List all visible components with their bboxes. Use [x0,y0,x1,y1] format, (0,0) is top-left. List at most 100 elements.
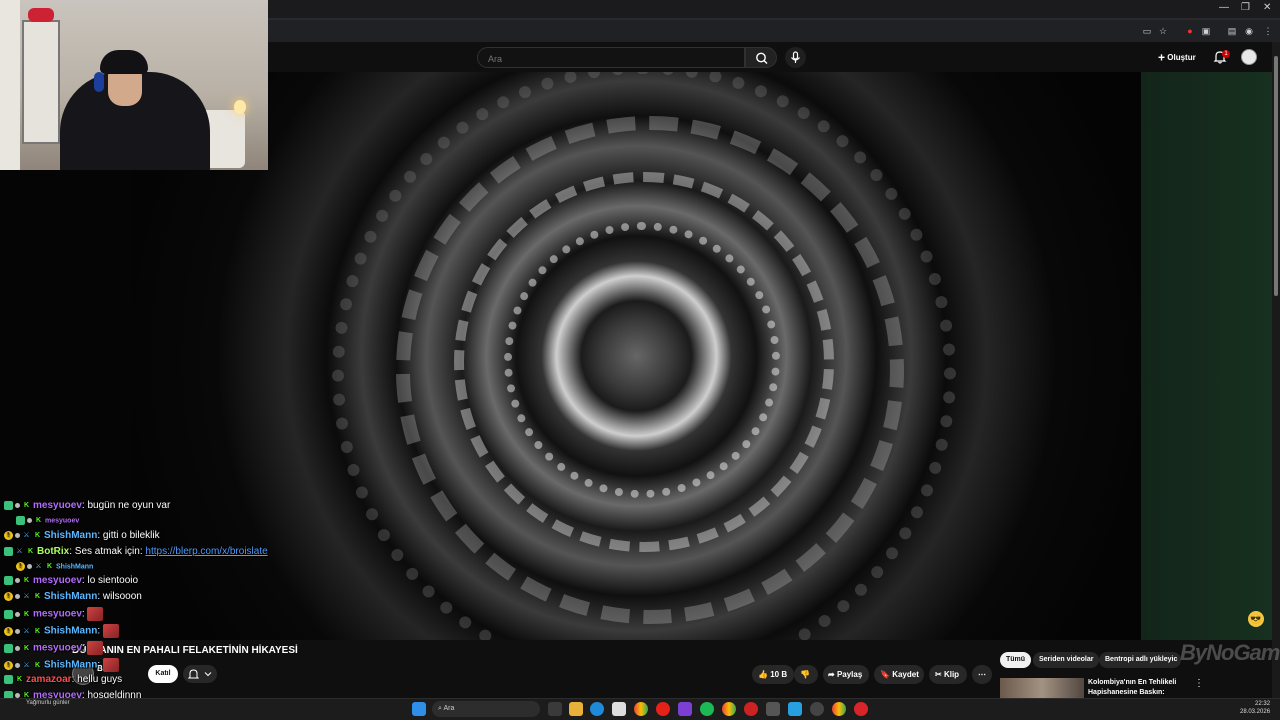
chat-message: Kmesyuoev: [4,607,104,621]
grid-badge-icon [4,674,13,684]
sword-badge-icon: ⚔ [35,563,42,570]
microphone-icon [791,51,800,63]
star-badge-icon [15,577,20,583]
star-badge-icon [15,662,20,668]
app-icon[interactable] [766,702,780,716]
recommendation-thumbnail[interactable] [1000,678,1084,698]
adblock-icon[interactable]: ● [1184,25,1196,37]
recommendation-menu-icon[interactable]: ⋮ [1194,678,1204,689]
file-explorer-icon[interactable] [569,702,583,716]
taskbar-clock[interactable]: 22:32 28.03.2026 [1240,700,1270,716]
bookmark-icon: 🔖 [880,670,890,679]
app-icon[interactable] [788,702,802,716]
chat-link[interactable]: https://blerp.com/x/broislate [145,546,267,557]
stream-watermark: ByNoGame [1180,640,1280,665]
grid-badge-icon [4,643,13,653]
chat-username[interactable]: mesyuoev [33,643,82,654]
chrome-icon[interactable] [634,702,648,716]
create-label: Oluştur [1167,53,1196,62]
star-badge-icon [15,611,20,617]
task-view-icon[interactable] [548,702,562,716]
more-icon: ⋯ [978,670,986,679]
stream-chat-overlay: Kmesyuoev: bugün ne oyun var Kmesyuoev! ⚔ K… [4,500,304,720]
puzzle-icon[interactable]: ▣ [1200,25,1212,37]
chat-emote [102,624,119,638]
chip-uploader[interactable]: Bentropi adlı yükleyic [1099,652,1181,668]
taskbar-weather[interactable]: Yağmurlu günler [26,700,70,706]
chrome-alt-icon[interactable] [832,702,846,716]
voice-search-button[interactable] [785,47,806,68]
star-badge-icon [15,645,20,651]
chat-emote [102,658,119,672]
webcam-overlay [0,0,268,170]
chat-username[interactable]: ShishMann [56,563,93,570]
scissors-icon: ✂ [935,670,942,679]
gift-badge-icon: ! [4,626,13,636]
chat-message-text: hellu guys [77,674,123,685]
app-icon[interactable] [854,702,868,716]
gift-badge-icon: ! [4,660,13,670]
edge-icon[interactable] [590,702,604,716]
opera-icon[interactable] [744,702,758,716]
menu-icon[interactable]: ⋮ [1262,25,1274,37]
sword-badge-icon: ⚔ [23,592,30,600]
save-button[interactable]: 🔖 Kaydet [874,665,924,684]
chat-username[interactable]: mesyuoev [33,500,82,511]
search-button[interactable] [745,47,777,68]
dislike-button[interactable]: 👎 [794,665,818,684]
chip-all[interactable]: Tümü [1000,652,1032,668]
star-icon[interactable]: ☆ [1157,25,1169,37]
star-badge-icon [15,532,20,538]
more-actions-button[interactable]: ⋯ [972,665,992,684]
search-input[interactable] [486,51,740,67]
taskbar-search-icon: ⌕ [438,705,442,712]
clock-date: 28.03.2026 [1240,709,1271,715]
chat-username[interactable]: mesyuoev [33,575,82,586]
chat-username[interactable]: BotRix [37,546,69,557]
chat-username[interactable]: mesyuoev [33,609,82,620]
grid-badge-icon [4,500,13,510]
clip-button[interactable]: ✂ Klip [929,665,967,684]
grid-badge-icon [16,516,25,525]
close-icon[interactable]: ✕ [1263,2,1271,13]
app-icon[interactable] [678,702,692,716]
maximize-icon[interactable]: ❐ [1241,2,1250,13]
chat-username[interactable]: ShishMann [44,530,97,541]
account-avatar[interactable] [1241,49,1257,65]
grid-badge-icon [4,575,13,585]
video-texture-ring [332,72,956,640]
cast-icon[interactable]: ▭ [1141,25,1153,37]
windows-start-icon[interactable] [412,702,426,716]
address-bar[interactable] [268,20,1280,42]
chip-series-videos[interactable]: Seriden videolar [1033,652,1100,668]
profile-icon[interactable]: ◉ [1243,25,1255,37]
k-badge-icon: K [34,661,41,669]
scrollbar-thumb[interactable] [1274,56,1278,296]
clip-label: Klip [943,670,960,679]
chat-message: ! ⚔ K ShishMann: gitti o bileklik [4,530,160,541]
chat-message: Kmesyuoev: lo sientooio [4,575,138,586]
star-badge-icon [27,564,32,569]
split-view-icon[interactable]: ▤ [1226,25,1238,37]
headphones-icon [94,72,104,92]
chrome-profile-icon[interactable] [722,702,736,716]
k-badge-icon: K [34,592,41,600]
app-icon[interactable] [810,702,824,716]
create-button[interactable]: + Oluştur [1158,49,1196,66]
chat-username[interactable]: ShishMann [44,660,97,671]
taskbar-search[interactable]: ⌕ Ara [432,701,540,717]
chat-username[interactable]: zamazoar [26,674,72,685]
chat-username[interactable]: ShishMann [44,626,97,637]
like-button[interactable]: 👍 10 B [752,665,794,684]
chat-username[interactable]: mesyuoev [45,517,79,524]
spotify-icon[interactable] [700,702,714,716]
chat-message: Kmesyuoev: bugün ne oyun var [4,500,170,511]
minimize-icon[interactable]: — [1219,2,1229,13]
search-box[interactable] [477,47,745,68]
youtube-music-icon[interactable] [656,702,670,716]
chat-username[interactable]: ShishMann [44,591,97,602]
share-button[interactable]: ➦ Paylaş [823,665,869,684]
thumbs-up-icon: 👍 [758,670,768,679]
search-icon [756,52,768,64]
notepad-icon[interactable] [612,702,626,716]
